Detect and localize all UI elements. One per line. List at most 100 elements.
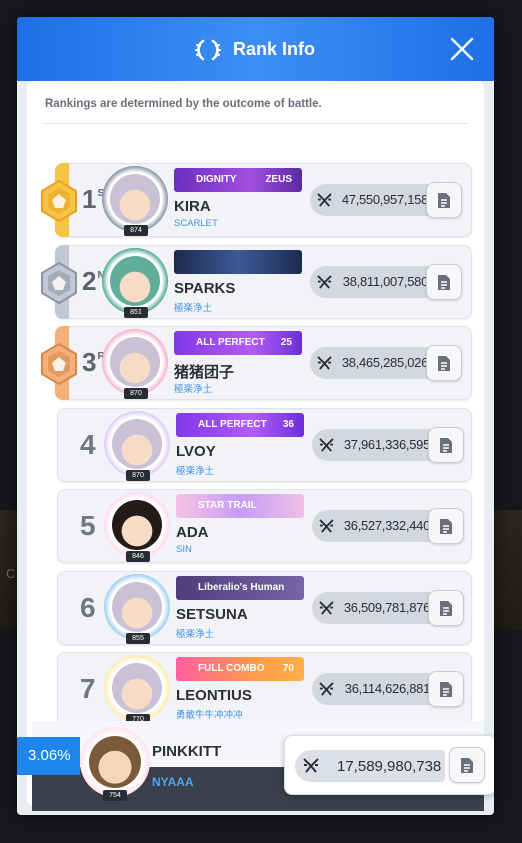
detail-button[interactable] xyxy=(426,263,462,300)
ranking-row[interactable]: 5 846 STAR TRAIL ADA SIN 36,527,332,440 xyxy=(57,489,472,563)
detail-button[interactable] xyxy=(428,508,464,544)
avatar-face-icon xyxy=(112,581,162,632)
ranking-row[interactable]: 6 855 Liberalio's Human SETSUNA 極楽浄土 36,5… xyxy=(57,570,472,645)
badge-text: ALL PERFECT xyxy=(196,337,265,348)
ranking-row[interactable]: 3RD 870 ALL PERFECT 25 猪猪团子極楽浄土 38,465,2… xyxy=(41,326,472,400)
avatar-face-icon xyxy=(110,255,160,306)
laurel-icon xyxy=(195,39,221,61)
player-name: SETSUNA xyxy=(176,605,248,623)
document-icon xyxy=(440,519,452,534)
player-title-badge: Liberalio's Human xyxy=(176,575,304,600)
score-value: 36,509,781,876 xyxy=(343,599,430,615)
rank-number: 6 xyxy=(80,591,96,623)
modal-title: Rank Info xyxy=(233,39,316,59)
player-avatar[interactable]: 846 xyxy=(104,492,170,562)
detail-button[interactable] xyxy=(428,426,464,463)
my-score-card: 17,589,980,738 xyxy=(284,735,494,795)
detail-button[interactable] xyxy=(426,345,462,381)
player-avatar[interactable]: 851 xyxy=(102,247,168,318)
detail-button[interactable] xyxy=(426,182,462,218)
player-name: LEONTIUS xyxy=(176,687,252,704)
guild-name: 極楽浄土 xyxy=(174,384,213,395)
score-pill: 36,527,332,440 xyxy=(312,510,436,542)
my-guild-name: NYAAA xyxy=(152,775,194,789)
document-icon xyxy=(438,274,450,290)
badge-text: Liberalio's Human xyxy=(198,581,285,593)
bronze-medal-icon xyxy=(41,343,77,385)
ranking-row[interactable]: 2ND 851 SPARKS極楽浄土 38,811,007,580 xyxy=(41,244,472,319)
avatar-face-icon xyxy=(110,337,160,387)
guild-name: 極楽浄土 xyxy=(174,302,213,314)
score-value: 47,550,957,158 xyxy=(341,192,428,207)
score-value: 36,114,626,881 xyxy=(344,681,431,696)
score-pill: 47,550,957,158 xyxy=(310,184,434,216)
score-pill: 37,961,336,595 xyxy=(312,428,436,461)
guild-name: 極楽浄土 xyxy=(176,628,215,640)
player-title-badge: ALL PERFECT 25 xyxy=(174,331,302,355)
player-title-badge: DIGNITY ZEUS xyxy=(174,168,302,192)
battle-score-icon xyxy=(317,193,332,207)
document-icon xyxy=(438,193,450,208)
player-avatar[interactable]: 770 xyxy=(104,655,170,725)
rank-info-modal: Rank Info Rankings are determined by the… xyxy=(17,17,494,815)
my-rank-bar: 3.06% 754 PINKKITT NYAAA 17,589,980,738 xyxy=(17,721,494,811)
battle-score-icon xyxy=(319,519,334,533)
rank-number: 7 xyxy=(80,673,96,704)
player-name: LVOY xyxy=(176,442,216,460)
my-level: 754 xyxy=(103,790,127,801)
detail-button[interactable] xyxy=(428,589,464,626)
player-level: 874 xyxy=(124,225,148,236)
close-icon[interactable] xyxy=(448,35,476,63)
player-title-badge xyxy=(174,249,302,274)
score-pill: 38,811,007,580 xyxy=(310,265,434,298)
player-name: 猪猪团子 xyxy=(174,364,235,381)
score-value: 38,811,007,580 xyxy=(342,273,429,289)
avatar-face-icon xyxy=(110,174,160,224)
my-player-name: PINKKITT xyxy=(152,743,222,760)
player-avatar[interactable]: 855 xyxy=(104,573,170,644)
player-avatar[interactable]: 870 xyxy=(102,329,168,399)
player-level: 870 xyxy=(126,469,150,481)
guild-name: 勇敢牛牛冲冲冲 xyxy=(176,710,243,721)
badge-number: 36 xyxy=(282,418,294,430)
guild-name: 極楽浄土 xyxy=(176,465,215,477)
background-text: C xyxy=(6,566,16,581)
score-value: 36,527,332,440 xyxy=(343,518,430,533)
detail-button[interactable] xyxy=(428,671,464,707)
battle-score-icon xyxy=(303,758,319,773)
badge-text: ALL PERFECT xyxy=(198,418,267,430)
gold-medal-icon xyxy=(41,180,77,222)
document-icon xyxy=(440,682,452,697)
avatar-face-icon xyxy=(112,418,162,469)
my-rank-percent: 3.06% xyxy=(17,737,80,775)
player-title-badge: FULL COMBO 70 xyxy=(176,657,304,681)
my-avatar: 754 xyxy=(80,727,150,801)
badge-number: 70 xyxy=(282,663,294,674)
battle-score-icon xyxy=(319,682,334,696)
player-level: 855 xyxy=(126,632,150,644)
player-title-badge: ALL PERFECT 36 xyxy=(176,412,304,437)
badge-text: DIGNITY xyxy=(196,174,237,185)
guild-name: SIN xyxy=(176,544,192,555)
battle-score-icon xyxy=(317,274,332,289)
my-score-pill: 17,589,980,738 xyxy=(295,750,445,782)
document-icon xyxy=(461,758,473,773)
rank-number: 4 xyxy=(80,428,96,460)
player-avatar[interactable]: 874 xyxy=(102,166,168,236)
battle-score-icon xyxy=(317,356,332,370)
rank-number: 5 xyxy=(80,510,96,541)
my-detail-button[interactable] xyxy=(449,747,485,783)
player-level: 851 xyxy=(124,306,148,318)
ranking-row[interactable]: 7 770 FULL COMBO 70 LEONTIUS 勇敢牛牛冲冲冲 36,1… xyxy=(57,652,472,726)
document-icon xyxy=(440,437,452,453)
ranking-row[interactable]: 1ST 874 DIGNITY ZEUS KIRASCARLET 47,550,… xyxy=(41,163,472,237)
score-pill: 38,465,285,026 xyxy=(310,347,434,379)
player-avatar[interactable]: 870 xyxy=(104,410,170,481)
divider xyxy=(43,123,468,124)
ranking-row[interactable]: 4 870 ALL PERFECT 36 LVOY 極楽浄土 37,961,336… xyxy=(57,407,472,482)
battle-score-icon xyxy=(319,437,334,452)
badge-number: ZEUS xyxy=(265,174,292,185)
modal-header: Rank Info xyxy=(17,17,494,81)
badge-text: STAR TRAIL xyxy=(198,500,257,511)
badge-number: 25 xyxy=(280,337,292,348)
